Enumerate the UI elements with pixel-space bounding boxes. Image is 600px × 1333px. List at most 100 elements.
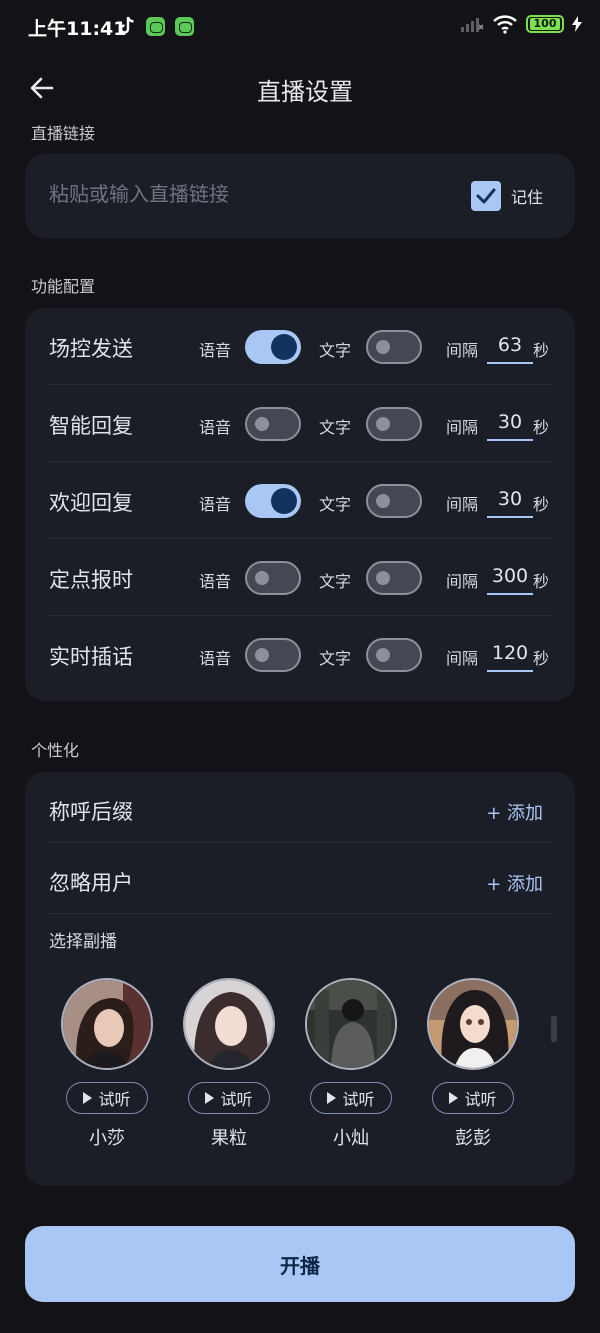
suffix-title: 称呼后缀	[49, 800, 133, 824]
battery-level: 100	[530, 18, 560, 30]
co-host-avatar[interactable]	[305, 978, 397, 1070]
text-toggle[interactable]	[366, 407, 422, 441]
add-ignored-user-button[interactable]: + 添加	[486, 870, 543, 896]
ignore-users-row: 忽略用户 + 添加	[25, 843, 575, 914]
toggle-knob	[255, 417, 269, 431]
play-icon	[205, 1092, 215, 1104]
text-toggle[interactable]	[366, 330, 422, 364]
play-icon	[449, 1092, 459, 1104]
interval-input[interactable]: 300	[487, 561, 533, 595]
function-row: 智能回复 语音 文字 间隔 30 秒	[25, 385, 575, 462]
voice-label: 语音	[199, 341, 232, 360]
android-app-icon	[146, 16, 165, 36]
co-host-avatar[interactable]	[427, 978, 519, 1070]
toggle-knob	[255, 648, 269, 662]
interval-input[interactable]: 63	[487, 330, 533, 364]
status-right: 100	[460, 14, 582, 34]
toggle-knob	[376, 494, 390, 508]
voice-toggle[interactable]	[245, 330, 301, 364]
co-host-item[interactable]: 试听 小灿	[305, 978, 397, 1150]
co-host-name: 小灿	[333, 1128, 369, 1149]
text-label: 文字	[319, 418, 352, 437]
co-host-name: 彭彭	[455, 1128, 491, 1149]
function-title: 智能回复	[49, 414, 133, 438]
scroll-overflow-hint	[551, 1016, 557, 1042]
seconds-label: 秒	[533, 495, 550, 514]
personalization-card: 称呼后缀 + 添加 忽略用户 + 添加 选择副播 试听 小莎 试听 果粒 试听 …	[25, 772, 575, 1186]
voice-label: 语音	[199, 572, 232, 591]
seconds-label: 秒	[533, 341, 550, 360]
text-toggle[interactable]	[366, 638, 422, 672]
suffix-row: 称呼后缀 + 添加	[25, 772, 575, 843]
toggle-knob	[271, 488, 297, 514]
toggle-knob	[376, 648, 390, 662]
voice-toggle[interactable]	[245, 638, 301, 672]
text-toggle[interactable]	[366, 561, 422, 595]
text-toggle[interactable]	[366, 484, 422, 518]
voice-label: 语音	[199, 495, 232, 514]
voice-label: 语音	[199, 649, 232, 668]
seconds-label: 秒	[533, 649, 550, 668]
function-row: 欢迎回复 语音 文字 间隔 30 秒	[25, 462, 575, 539]
voice-toggle[interactable]	[245, 407, 301, 441]
voice-label: 语音	[199, 418, 232, 437]
function-title: 场控发送	[49, 337, 133, 361]
preview-label: 试听	[342, 1090, 375, 1109]
co-host-name: 果粒	[211, 1128, 247, 1149]
interval-label: 间隔	[446, 495, 479, 514]
co-host-name: 小莎	[89, 1128, 125, 1149]
co-host-item[interactable]: 试听 彭彭	[427, 978, 519, 1150]
voice-toggle[interactable]	[245, 561, 301, 595]
preview-button[interactable]: 试听	[432, 1082, 514, 1114]
preview-button[interactable]: 试听	[310, 1082, 392, 1114]
interval-label: 间隔	[446, 418, 479, 437]
co-host-item[interactable]: 试听 果粒	[183, 978, 275, 1150]
live-link-card: 记住	[25, 154, 575, 238]
charging-icon	[572, 16, 582, 32]
battery-icon: 100	[526, 15, 564, 33]
add-suffix-button[interactable]: + 添加	[486, 799, 543, 825]
interval-input[interactable]: 30	[487, 407, 533, 441]
function-title: 定点报时	[49, 568, 133, 592]
divider	[49, 913, 551, 914]
toggle-knob	[376, 417, 390, 431]
status-bar: 上午11:41 100	[0, 0, 600, 56]
live-link-section-label: 直播链接	[31, 124, 96, 143]
function-row: 实时插话 语音 文字 间隔 120 秒	[25, 616, 575, 693]
signal-icon	[461, 18, 484, 32]
toggle-knob	[255, 571, 269, 585]
text-label: 文字	[319, 495, 352, 514]
interval-label: 间隔	[446, 572, 479, 591]
remember-checkbox[interactable]	[471, 181, 501, 211]
preview-button[interactable]: 试听	[66, 1082, 148, 1114]
co-host-avatar[interactable]	[61, 978, 153, 1070]
interval-label: 间隔	[446, 341, 479, 360]
live-link-input[interactable]	[49, 182, 429, 206]
text-label: 文字	[319, 649, 352, 668]
interval-input[interactable]: 120	[487, 638, 533, 672]
remember-label: 记住	[511, 188, 544, 207]
function-row: 场控发送 语音 文字 间隔 63 秒	[25, 308, 575, 385]
functions-card: 场控发送 语音 文字 间隔 63 秒智能回复 语音 文字 间隔 30 秒欢迎回复 语音 文字 间隔 30 秒定…	[25, 308, 575, 701]
checkmark-icon	[476, 188, 496, 204]
text-label: 文字	[319, 341, 352, 360]
co-host-item[interactable]: 试听 小莎	[61, 978, 153, 1150]
co-host-label: 选择副播	[49, 932, 117, 952]
android-app-icon	[175, 16, 194, 36]
play-icon	[327, 1092, 337, 1104]
status-time: 上午11:41	[28, 18, 127, 40]
start-live-button[interactable]: 开播	[25, 1226, 575, 1302]
text-label: 文字	[319, 572, 352, 591]
function-row: 定点报时 语音 文字 间隔 300 秒	[25, 539, 575, 616]
preview-button[interactable]: 试听	[188, 1082, 270, 1114]
wifi-icon	[493, 15, 517, 34]
toggle-knob	[376, 340, 390, 354]
interval-input[interactable]: 30	[487, 484, 533, 518]
ignore-users-title: 忽略用户	[49, 871, 133, 895]
co-host-avatar[interactable]	[183, 978, 275, 1070]
voice-toggle[interactable]	[245, 484, 301, 518]
remember-option[interactable]: 记住	[471, 181, 543, 211]
preview-label: 试听	[464, 1090, 497, 1109]
seconds-label: 秒	[533, 572, 550, 591]
preview-label: 试听	[98, 1090, 131, 1109]
